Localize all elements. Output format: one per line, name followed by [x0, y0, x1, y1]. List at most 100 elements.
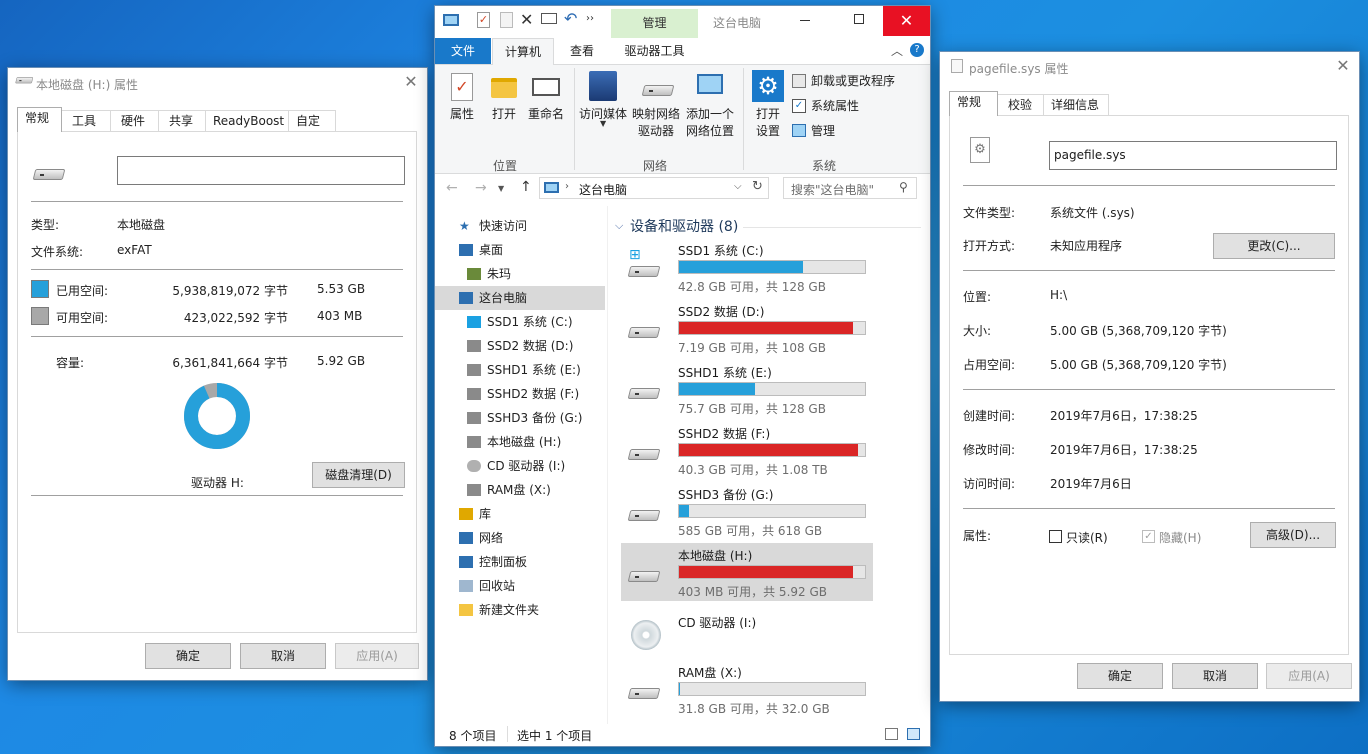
drive-icon: [32, 163, 66, 181]
change-button[interactable]: 更改(C)...: [1213, 233, 1335, 259]
used-label: 已用空间:: [56, 284, 109, 298]
new-file-quick-icon[interactable]: [500, 12, 513, 28]
nav-item[interactable]: SSD1 系统 (C:): [435, 310, 605, 334]
map-network-drive-button[interactable]: 映射网络 驱动器: [628, 106, 684, 140]
collapse-ribbon-icon[interactable]: ︿: [891, 42, 903, 59]
properties-quick-icon[interactable]: ✓: [477, 12, 490, 28]
search-box[interactable]: 搜索"这台电脑" ⚲: [783, 177, 917, 199]
rename-button[interactable]: 重命名: [524, 106, 568, 123]
close-button[interactable]: ✕: [1333, 56, 1353, 76]
ok-button[interactable]: 确定: [1077, 663, 1163, 689]
ok-button[interactable]: 确定: [145, 643, 231, 669]
address-dropdown-icon[interactable]: ⌵: [734, 181, 742, 192]
nav-item[interactable]: ★ 快速访问: [435, 214, 605, 238]
disk-cleanup-button[interactable]: 磁盘清理(D): [312, 462, 405, 488]
manage-button[interactable]: 管理: [811, 123, 835, 140]
recent-locations-icon[interactable]: ▼: [498, 184, 504, 193]
nav-item[interactable]: 控制面板: [435, 550, 605, 574]
drive-icon: [627, 565, 661, 583]
drive-usage-fill: [679, 322, 853, 334]
tab-computer[interactable]: 计算机: [492, 38, 554, 65]
drive-usage-bar: [678, 682, 866, 696]
drive-tile[interactable]: SSHD2 数据 (F:) 40.3 GB 可用，共 1.08 TB: [621, 421, 873, 479]
address-bar[interactable]: › 这台电脑 ⌵ ↻: [539, 177, 769, 199]
cancel-button[interactable]: 取消: [240, 643, 326, 669]
add-network-location-button[interactable]: 添加一个 网络位置: [683, 106, 737, 140]
nav-item[interactable]: 这台电脑: [435, 286, 605, 310]
nav-item[interactable]: RAM盘 (X:): [435, 478, 605, 502]
volume-name-input[interactable]: [117, 156, 405, 185]
nav-item[interactable]: 朱玛: [435, 262, 605, 286]
modified-value: 2019年7月6日，17:38:25: [1050, 443, 1198, 457]
close-button[interactable]: ✕: [883, 6, 930, 36]
drive-tile[interactable]: SSD2 数据 (D:) 7.19 GB 可用，共 108 GB: [621, 299, 873, 357]
filename-input[interactable]: pagefile.sys: [1049, 141, 1337, 170]
tab-customize[interactable]: 自定义: [288, 110, 336, 149]
tab-checksum[interactable]: 校验: [997, 94, 1044, 116]
section-chevron-icon[interactable]: ⌵: [615, 219, 623, 233]
maximize-button[interactable]: [854, 14, 864, 24]
refresh-icon[interactable]: ↻: [752, 179, 763, 194]
tab-drive-tools[interactable]: 驱动器工具: [611, 38, 698, 64]
manage-context-tab[interactable]: 管理: [611, 9, 698, 39]
nav-item[interactable]: 本地磁盘 (H:): [435, 430, 605, 454]
nav-item[interactable]: 新建文件夹: [435, 598, 605, 622]
capacity-label: 容量:: [56, 356, 85, 370]
uninstall-button[interactable]: 卸载或更改程序: [811, 73, 895, 90]
readonly-checkbox[interactable]: [1049, 530, 1062, 543]
details-view-icon[interactable]: [885, 728, 898, 740]
network-icon: [459, 532, 473, 544]
tab-file[interactable]: 文件: [435, 38, 491, 64]
drive-icon: [627, 504, 661, 522]
nav-item[interactable]: 库: [435, 502, 605, 526]
open-button[interactable]: 打开: [485, 106, 523, 123]
drive-name: SSD2 数据 (D:): [678, 305, 765, 319]
pane-splitter[interactable]: [607, 206, 608, 724]
free-color-swatch: [31, 307, 49, 325]
minimize-button[interactable]: [800, 20, 810, 21]
system-properties-button[interactable]: 系统属性: [811, 98, 859, 115]
drive-tile[interactable]: SSHD3 备份 (G:) 585 GB 可用，共 618 GB: [621, 482, 873, 540]
more-quick-icon[interactable]: ››: [586, 13, 594, 24]
tab-details[interactable]: 详细信息: [1043, 94, 1109, 116]
cancel-button[interactable]: 取消: [1172, 663, 1258, 689]
rename-quick-icon[interactable]: [541, 13, 557, 24]
nav-item[interactable]: 回收站: [435, 574, 605, 598]
drive-tile[interactable]: 本地磁盘 (H:) 403 MB 可用，共 5.92 GB: [621, 543, 873, 601]
forward-icon[interactable]: →: [475, 180, 487, 196]
undo-quick-icon[interactable]: ↶: [564, 9, 577, 28]
nav-item[interactable]: SSHD2 数据 (F:): [435, 382, 605, 406]
help-icon[interactable]: ?: [910, 43, 924, 57]
map-drive-icon: [641, 79, 675, 97]
tab-view[interactable]: 查看: [557, 38, 607, 64]
back-icon[interactable]: ←: [446, 180, 458, 196]
tab-readyboost[interactable]: ReadyBoost: [205, 110, 289, 132]
properties-button[interactable]: 属性: [441, 106, 483, 123]
nav-item[interactable]: SSHD1 系统 (E:): [435, 358, 605, 382]
drive-free-space: 42.8 GB 可用，共 128 GB: [678, 280, 826, 294]
open-settings-button[interactable]: 打开 设置: [748, 106, 788, 140]
drive-name: RAM盘 (X:): [678, 666, 742, 680]
tab-general[interactable]: 常规: [17, 107, 62, 132]
nav-item-label: SSD2 数据 (D:): [487, 339, 574, 353]
recycle-bin-icon: [459, 580, 473, 592]
delete-quick-icon[interactable]: ✕: [520, 10, 533, 29]
nav-item[interactable]: CD 驱动器 (I:): [435, 454, 605, 478]
drive-tile[interactable]: ⊞ SSD1 系统 (C:) 42.8 GB 可用，共 128 GB: [621, 238, 873, 296]
tab-hardware[interactable]: 硬件: [110, 110, 159, 132]
up-icon[interactable]: ↑: [520, 179, 532, 195]
tab-general[interactable]: 常规: [949, 91, 998, 116]
close-button[interactable]: ✕: [401, 72, 421, 92]
advanced-button[interactable]: 高级(D)...: [1250, 522, 1336, 548]
large-icons-view-icon[interactable]: [907, 728, 920, 740]
nav-item[interactable]: SSD2 数据 (D:): [435, 334, 605, 358]
tab-tools[interactable]: 工具: [61, 110, 111, 132]
windows-drive-icon: ⊞: [627, 248, 661, 278]
drive-tile[interactable]: SSHD1 系统 (E:) 75.7 GB 可用，共 128 GB: [621, 360, 873, 418]
drive-tile[interactable]: RAM盘 (X:) 31.8 GB 可用，共 32.0 GB: [621, 660, 873, 718]
tab-sharing[interactable]: 共享: [158, 110, 206, 132]
nav-item[interactable]: SSHD3 备份 (G:): [435, 406, 605, 430]
nav-item[interactable]: 网络: [435, 526, 605, 550]
nav-item[interactable]: 桌面: [435, 238, 605, 262]
window-title: 这台电脑: [713, 16, 762, 30]
